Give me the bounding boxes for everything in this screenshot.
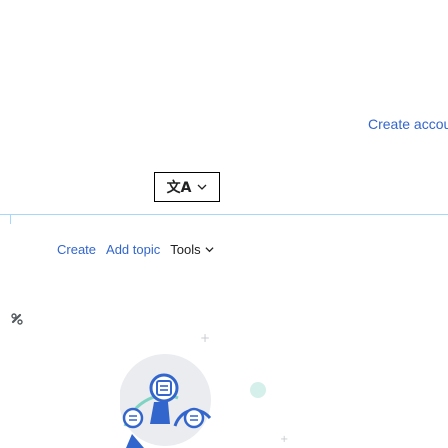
create-link[interactable]: Create: [57, 242, 96, 257]
create-account-area: Create account|: [368, 116, 448, 132]
create-account-link[interactable]: Create account: [368, 116, 448, 132]
language-button[interactable]: 文A: [154, 172, 220, 202]
link-icon: [11, 313, 23, 325]
discussion-illustration: + +: [120, 331, 288, 448]
tools-menu[interactable]: Tools: [170, 242, 214, 257]
tools-label: Tools: [170, 242, 201, 257]
svg-text:+: +: [280, 434, 288, 445]
svg-text:+: +: [200, 331, 210, 345]
tab-divider-cap: [0, 214, 11, 224]
chevron-down-icon: [205, 247, 214, 253]
page: Create account| 文A Create Add topic Tool…: [0, 0, 448, 448]
page-actions: Create Add topic Tools: [57, 242, 214, 257]
translate-icon: 文A: [166, 180, 192, 196]
chevron-down-icon: [197, 184, 207, 190]
tab-divider: [0, 214, 448, 215]
add-topic-link[interactable]: Add topic: [106, 242, 160, 257]
